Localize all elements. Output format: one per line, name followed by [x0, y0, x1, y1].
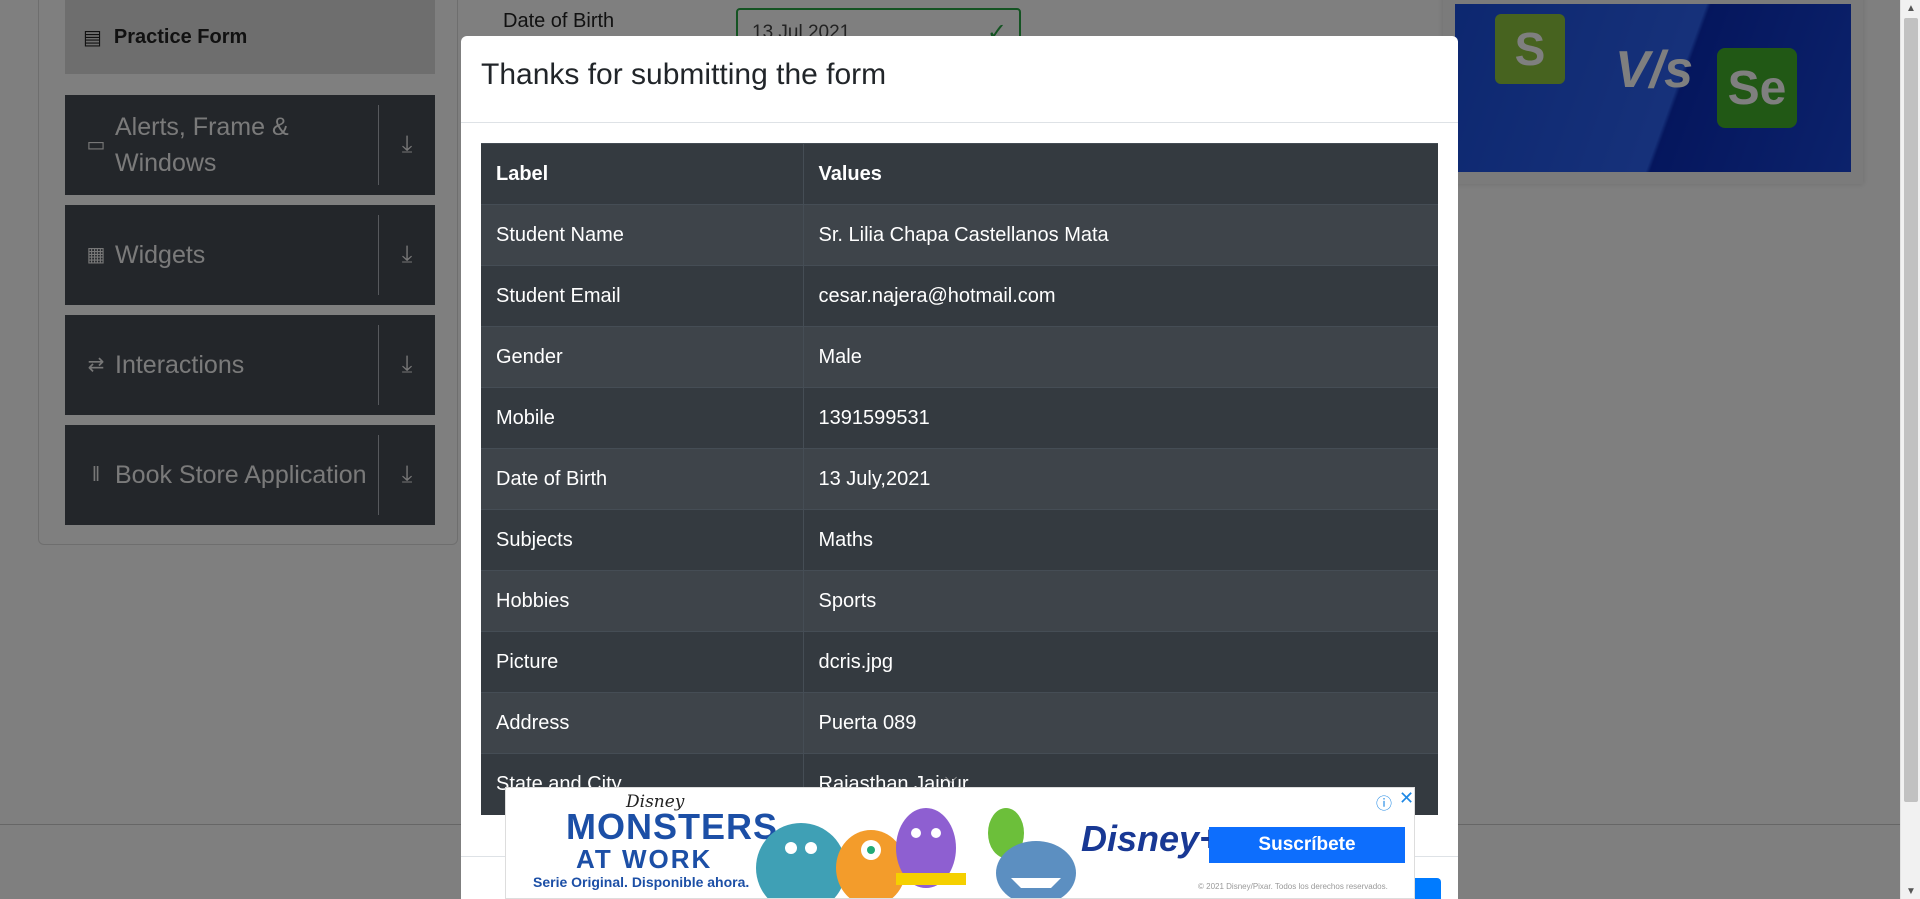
table-row: Student Email cesar.najera@hotmail.com [481, 265, 1438, 327]
row-label: Address [481, 692, 804, 754]
ad-tagline: Serie Original. Disponible ahora. [533, 874, 750, 890]
subscribe-button[interactable]: Suscríbete [1209, 827, 1405, 863]
chevron-down-icon[interactable]: ⌵ [945, 770, 957, 788]
table-header-row: Label Values [481, 143, 1438, 205]
table-row: Subjects Maths [481, 509, 1438, 571]
scroll-down-arrow[interactable]: ▼ [1901, 883, 1920, 899]
row-value: Puerta 089 [803, 692, 1438, 754]
row-value: cesar.najera@hotmail.com [803, 265, 1438, 327]
table-row: Address Puerta 089 [481, 692, 1438, 754]
table-row: Student Name Sr. Lilia Chapa Castellanos… [481, 204, 1438, 266]
table-row: Picture dcris.jpg [481, 631, 1438, 693]
row-value: Male [803, 326, 1438, 388]
row-value: Sports [803, 570, 1438, 632]
info-icon[interactable]: ⓘ [1376, 790, 1392, 814]
row-label: Picture [481, 631, 804, 693]
ad-title-line2: AT WORK [576, 844, 713, 874]
row-value: dcris.jpg [803, 631, 1438, 693]
scroll-thumb[interactable] [1904, 18, 1918, 802]
disney-plus-logo: Disney+ [1081, 818, 1221, 859]
table-row: Hobbies Sports [481, 570, 1438, 632]
ad-copyright: © 2021 Disney/Pixar. Todos los derechos … [1198, 882, 1388, 891]
row-value: 1391599531 [803, 387, 1438, 449]
advertisement[interactable]: Disney MONSTERS AT WORK Serie Original. … [505, 787, 1415, 899]
row-label: Hobbies [481, 570, 804, 632]
modal-title: Thanks for submitting the form [461, 36, 1458, 123]
submission-modal: Thanks for submitting the form Label Val… [461, 36, 1458, 899]
row-label: Mobile [481, 387, 804, 449]
close-icon[interactable]: ✕ [1399, 788, 1414, 809]
header-values: Values [803, 143, 1438, 205]
table-row: Gender Male [481, 326, 1438, 388]
row-value: Maths [803, 509, 1438, 571]
row-value: 13 July,2021 [803, 448, 1438, 510]
row-label: Subjects [481, 509, 804, 571]
scroll-up-arrow[interactable]: ▲ [1901, 0, 1920, 16]
page-scrollbar[interactable]: ▲ ▼ [1900, 0, 1920, 899]
header-label: Label [481, 143, 804, 205]
row-value: Sr. Lilia Chapa Castellanos Mata [803, 204, 1438, 266]
results-table: Label Values Student Name Sr. Lilia Chap… [481, 143, 1438, 815]
row-label: Student Name [481, 204, 804, 266]
table-row: Date of Birth 13 July,2021 [481, 448, 1438, 510]
row-label: Gender [481, 326, 804, 388]
monsters-illustration [756, 808, 1076, 898]
table-row: Mobile 1391599531 [481, 387, 1438, 449]
row-label: Student Email [481, 265, 804, 327]
row-label: Date of Birth [481, 448, 804, 510]
modal-body: Label Values Student Name Sr. Lilia Chap… [481, 143, 1438, 815]
